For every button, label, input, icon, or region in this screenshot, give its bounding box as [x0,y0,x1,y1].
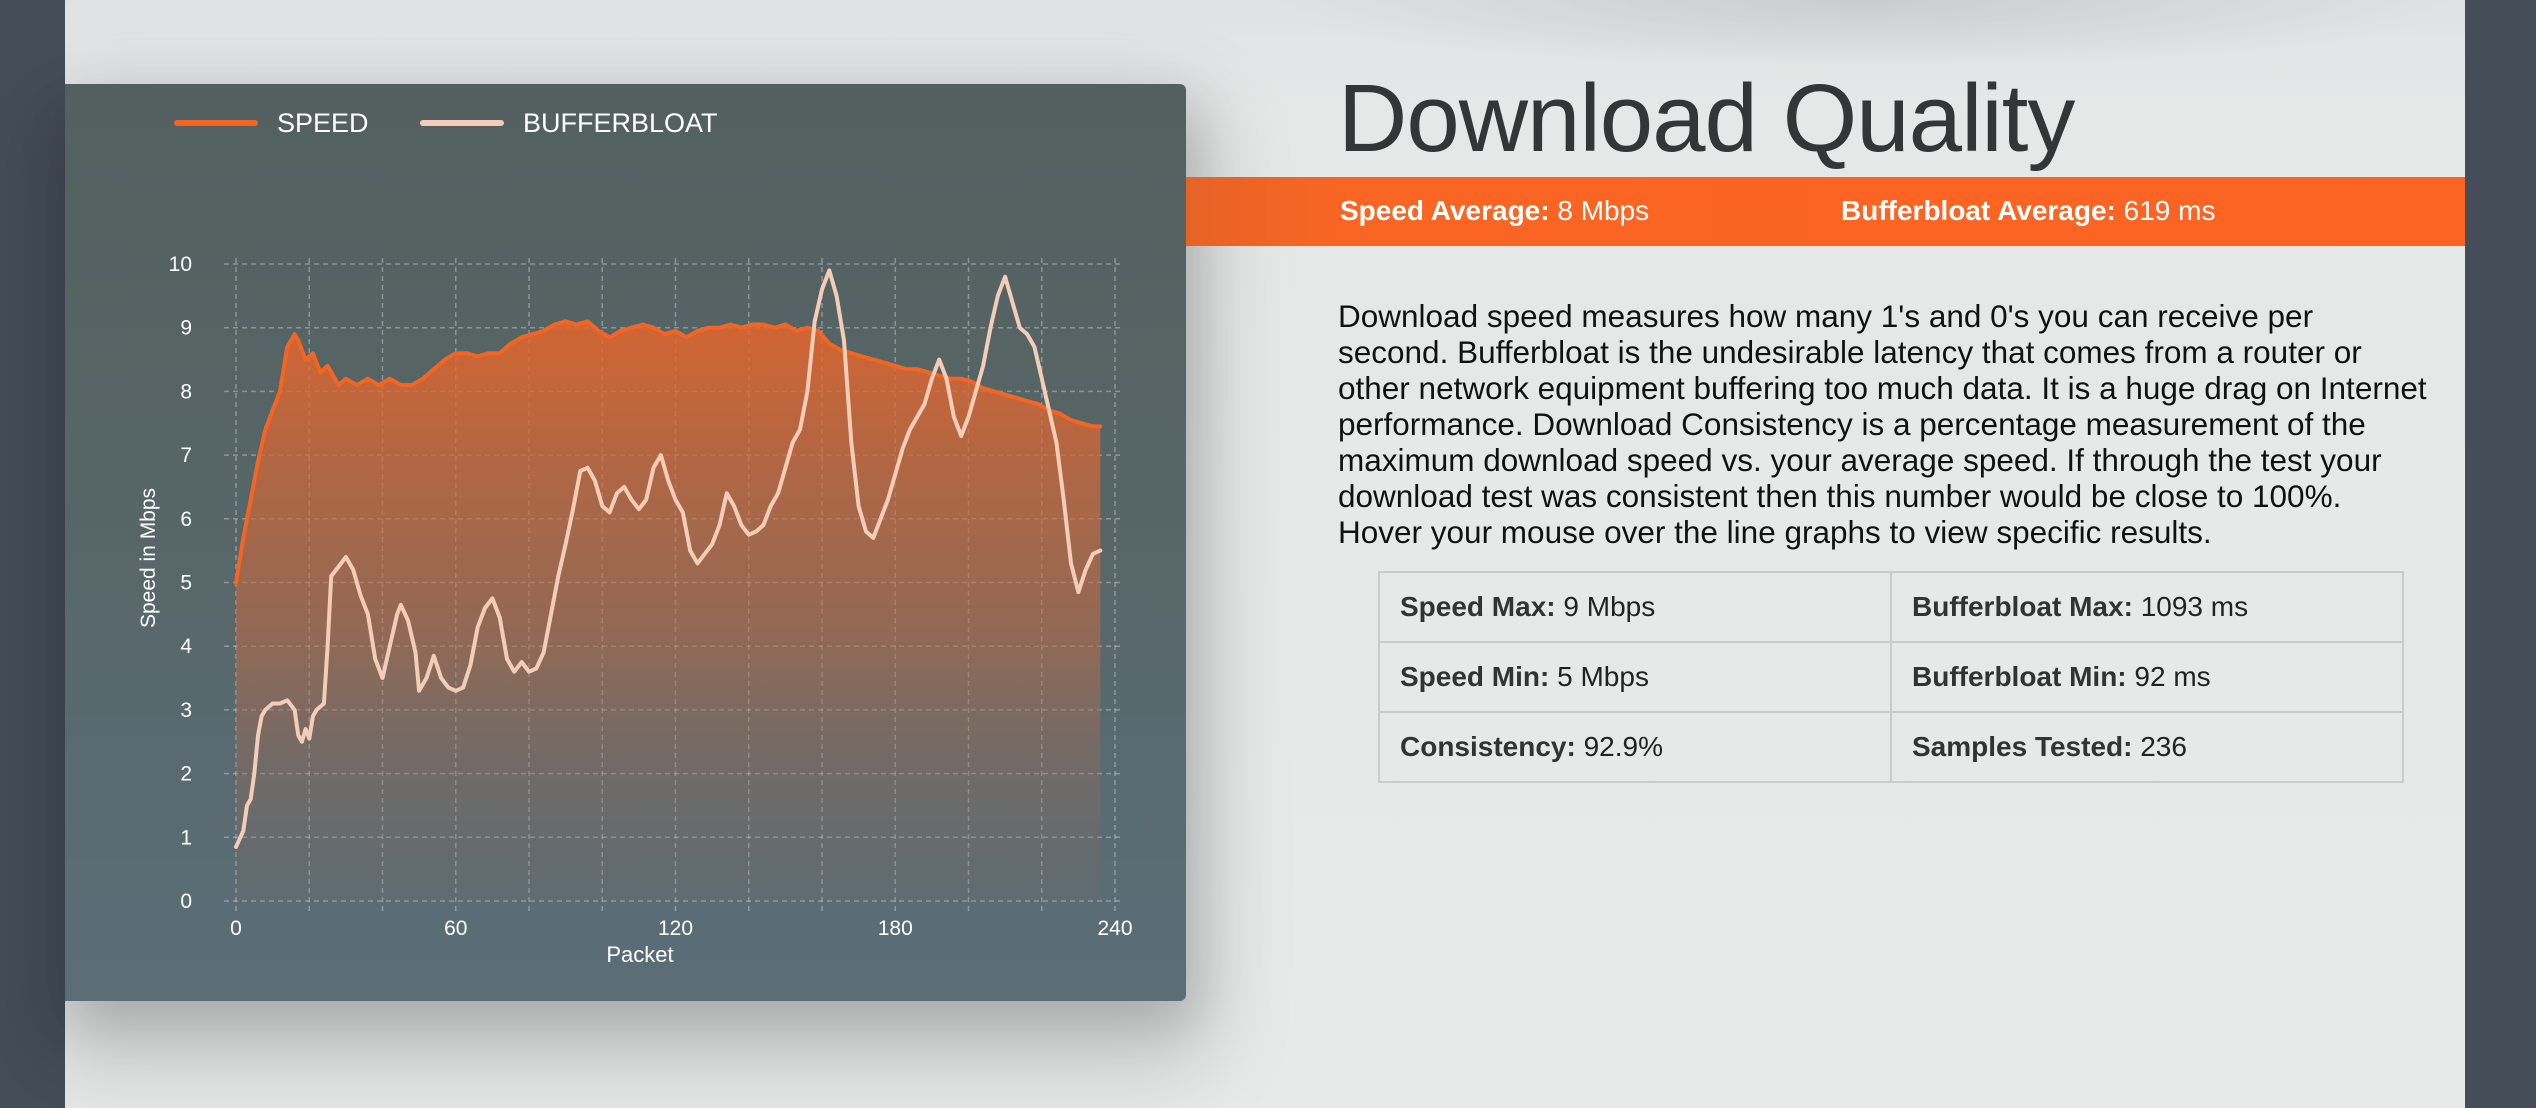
table-row: Speed Min: 5 Mbps Bufferbloat Min: 92 ms [1378,641,2404,713]
chart-canvas[interactable]: 0 1 2 3 4 5 6 7 8 9 10 0 60 120 180 240 SPEED BUFFERBLO… [65,84,1186,1001]
x-tick-label: 180 [878,917,913,940]
stat-bufferbloat-max: Bufferbloat Max: 1093 ms [1890,571,2404,643]
top-shadow [1265,0,2465,70]
page-title: Download Quality [1338,65,2075,172]
stat-value: 236 [2140,731,2187,762]
x-tick-label: 60 [444,917,467,940]
stat-label: Samples Tested: [1912,731,2133,762]
speed-average-label: Speed Average: [1340,195,1550,226]
bufferbloat-average-label: Bufferbloat Average: [1841,195,2116,226]
x-axis-label: Packet [606,942,673,967]
description-text: Download speed measures how many 1's and… [1338,298,2427,550]
x-tick-label: 0 [230,917,242,940]
download-chart[interactable]: 0 1 2 3 4 5 6 7 8 9 10 0 60 120 180 240 SPEED BUFFERBLO… [65,84,1186,1001]
stat-label: Speed Max: [1400,591,1556,622]
stat-label: Bufferbloat Max: [1912,591,2133,622]
stat-value: 5 Mbps [1557,661,1649,692]
y-tick-label: 5 [180,572,192,595]
y-tick-label: 8 [180,380,192,403]
stat-value: 1093 ms [2140,591,2249,622]
bufferbloat-average: Bufferbloat Average: 619 ms [1841,195,2215,227]
y-tick-label: 0 [180,890,192,913]
table-row: Speed Max: 9 Mbps Bufferbloat Max: 1093 … [1378,571,2404,643]
stat-samples-tested: Samples Tested: 236 [1890,711,2404,783]
x-tick-label: 120 [658,917,693,940]
bufferbloat-average-value: 619 ms [2123,195,2216,226]
y-axis-ticks: 0 1 2 3 4 5 6 7 8 9 10 [169,253,193,913]
stat-label: Speed Min: [1400,661,1550,692]
y-axis-label: Speed in Mbps [137,488,160,628]
y-tick-label: 9 [180,317,192,340]
stat-value: 92.9% [1583,731,1664,762]
stat-bufferbloat-min: Bufferbloat Min: 92 ms [1890,641,2404,713]
y-tick-label: 1 [180,826,192,849]
legend-label-bufferbloat[interactable]: BUFFERBLOAT [523,108,718,138]
x-tick-label: 240 [1097,917,1132,940]
stat-speed-max: Speed Max: 9 Mbps [1378,571,1892,643]
legend-label-speed[interactable]: SPEED [277,108,369,138]
chart-legend[interactable]: SPEED BUFFERBLOAT [174,108,718,138]
stat-speed-min: Speed Min: 5 Mbps [1378,641,1892,713]
x-axis-ticks: 0 60 120 180 240 [230,917,1132,940]
y-tick-label: 6 [180,508,192,531]
y-tick-label: 4 [180,635,192,658]
y-tick-label: 7 [180,444,192,467]
y-tick-label: 3 [180,699,192,722]
y-tick-label: 2 [180,763,192,786]
summary-band: Speed Average: 8 Mbps Bufferbloat Averag… [1186,177,2465,246]
stat-consistency: Consistency: 92.9% [1378,711,1892,783]
stat-value: 9 Mbps [1563,591,1656,622]
y-tick-label: 10 [169,253,192,276]
table-row: Consistency: 92.9% Samples Tested: 236 [1378,711,2404,783]
speed-average: Speed Average: 8 Mbps [1340,195,1649,227]
stat-label: Consistency: [1400,731,1576,762]
stat-label: Bufferbloat Min: [1912,661,2127,692]
stat-value: 92 ms [2134,661,2211,692]
stats-table: Speed Max: 9 Mbps Bufferbloat Max: 1093 … [1378,571,2404,783]
speed-average-value: 8 Mbps [1557,195,1650,226]
chart-series[interactable] [234,268,1103,901]
